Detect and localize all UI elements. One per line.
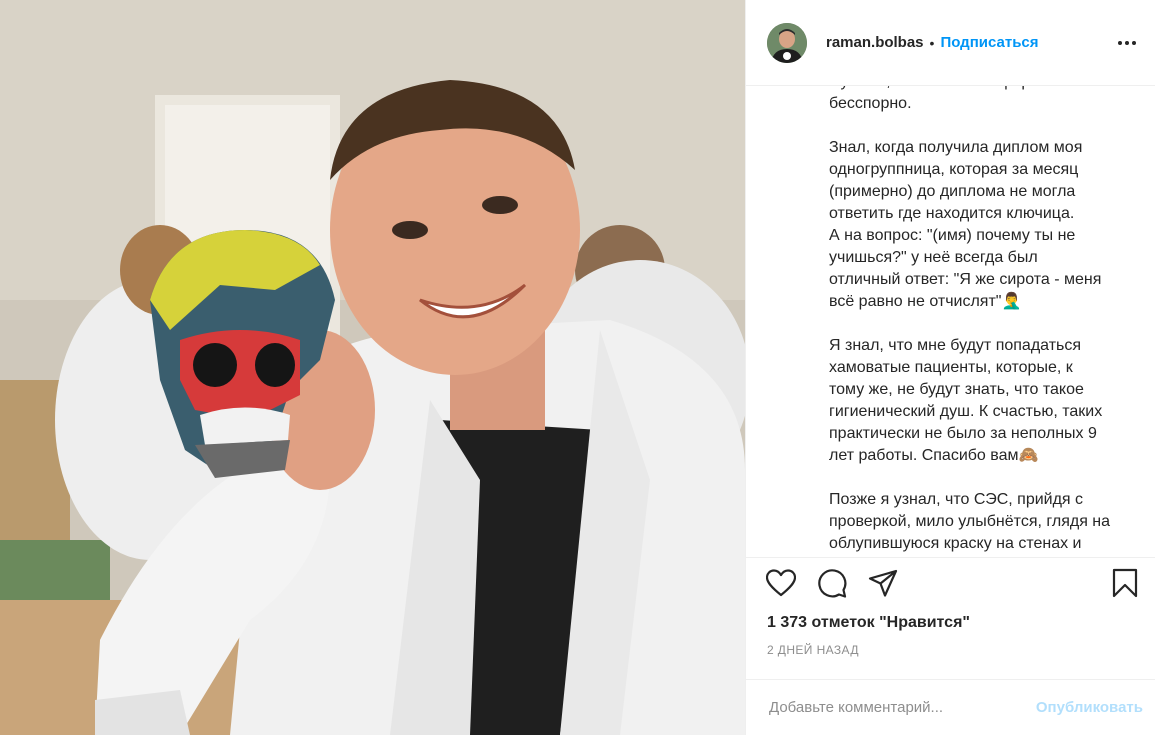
post-caption: Нужнее, чем латынь и фарма - это бесспор…	[829, 86, 1111, 552]
share-button[interactable]	[867, 567, 899, 599]
comment-icon	[818, 569, 847, 598]
likes-count[interactable]: 1 373 отметок "Нравится"	[746, 611, 1155, 635]
follow-button[interactable]: Подписаться	[940, 34, 1038, 51]
save-button[interactable]	[1109, 567, 1141, 599]
comment-bar: Опубликовать	[746, 679, 1155, 735]
more-options-button[interactable]	[1115, 31, 1139, 55]
post-header: raman.bolbas • Подписаться	[746, 0, 1155, 86]
heart-icon	[766, 569, 796, 597]
action-bar	[746, 558, 1155, 608]
like-button[interactable]	[765, 567, 797, 599]
post-timestamp[interactable]: 2 ДНЕЙ НАЗАД	[746, 643, 1155, 657]
avatar-image	[767, 22, 807, 63]
username-link[interactable]: raman.bolbas	[826, 34, 924, 51]
instagram-post: raman.bolbas • Подписаться Нужнее, чем л…	[0, 0, 1155, 735]
bookmark-icon	[1112, 568, 1138, 598]
post-photo[interactable]	[0, 0, 745, 735]
publish-button[interactable]: Опубликовать	[1036, 699, 1143, 716]
post-sidebar: raman.bolbas • Подписаться Нужнее, чем л…	[745, 0, 1155, 735]
share-icon	[868, 569, 898, 597]
more-horizontal-icon	[1118, 40, 1136, 45]
separator-dot: •	[929, 34, 935, 51]
comment-button[interactable]	[816, 567, 848, 599]
photo-illustration	[0, 0, 745, 735]
comment-input[interactable]	[767, 698, 1036, 717]
caption-scroll-area[interactable]: Нужнее, чем латынь и фарма - это бесспор…	[746, 86, 1155, 558]
avatar[interactable]	[767, 22, 807, 63]
